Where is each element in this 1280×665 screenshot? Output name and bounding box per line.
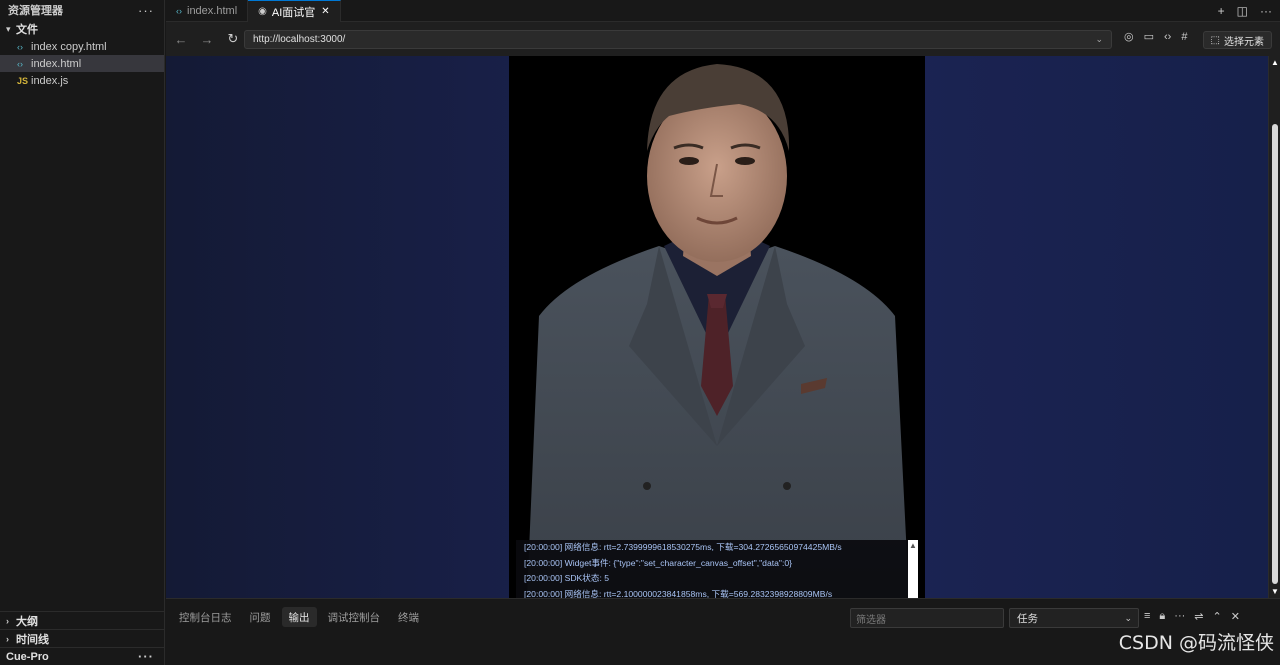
browser-actions: ◎ ▭ ‹› #: [1124, 30, 1187, 44]
split-editor-icon[interactable]: ◫: [1237, 4, 1248, 18]
url-input[interactable]: http://localhost:3000/ ⌄: [244, 30, 1112, 49]
explorer-title: 资源管理器: [8, 5, 63, 17]
section-files[interactable]: ▾ 文件: [0, 20, 164, 38]
browser-toolbar: ← → ↻ http://localhost:3000/ ⌄ ◎ ▭ ‹› # …: [166, 22, 1280, 56]
section-timeline-label: 时间线: [16, 633, 49, 646]
task-select[interactable]: 任务 ⌄: [1009, 608, 1139, 628]
html-file-icon: ‹›: [17, 41, 23, 52]
file-item-index-copy-html[interactable]: ‹› index copy.html: [0, 38, 164, 55]
html-file-icon: ‹›: [176, 6, 182, 16]
log-line: [20:00:00] 网络信息: rtt=2.7399999618530275m…: [524, 542, 842, 552]
tab-problems[interactable]: 问题: [243, 607, 278, 627]
file-name: index copy.html: [31, 40, 107, 53]
maximize-panel-icon[interactable]: ⌃: [1213, 610, 1222, 623]
sidebar-bottom-sections: › 大纲 › 时间线 Cue-Pro ···: [0, 611, 164, 665]
explorer-more-icon[interactable]: ···: [138, 4, 154, 17]
sdk-log-panel: [20:00:00] 网络信息: rtt=2.7399999618530275m…: [516, 540, 918, 598]
explorer-sidebar: 资源管理器 ··· ▾ 文件 ‹› index copy.html ‹› ind…: [0, 0, 165, 665]
cursor-select-icon: ⬚: [1210, 34, 1220, 46]
select-element-button[interactable]: ⬚ 选择元素: [1202, 31, 1272, 49]
preview-eye-icon: ◉: [258, 6, 267, 17]
file-name: index.html: [31, 57, 82, 70]
file-item-index-js[interactable]: JS index.js: [0, 72, 164, 89]
chevron-down-icon[interactable]: ⌄: [1095, 34, 1103, 45]
more-actions-icon[interactable]: ···: [1260, 4, 1272, 18]
clear-output-icon[interactable]: ≡: [1144, 610, 1150, 623]
page-viewport: [20:00:00] 网络信息: rtt=2.7399999618530275m…: [166, 56, 1268, 598]
url-text: http://localhost:3000/: [253, 34, 346, 45]
code-icon[interactable]: ‹›: [1164, 31, 1171, 43]
section-files-label: 文件: [16, 24, 38, 36]
html-file-icon: ‹›: [17, 58, 23, 69]
editor-tab-bar: ‹› index.html ◉ AI面试官 ✕ + ◫ ···: [166, 0, 1280, 22]
tab-index-html[interactable]: ‹› index.html: [166, 0, 249, 22]
section-outline-label: 大纲: [16, 615, 38, 628]
scroll-up-icon[interactable]: ▲: [1271, 58, 1279, 67]
tab-output[interactable]: 输出: [281, 607, 317, 627]
log-scrollbar[interactable]: ▲: [908, 540, 918, 598]
tab-ai-interviewer[interactable]: ◉ AI面试官 ✕: [248, 0, 341, 22]
file-name: index.js: [31, 74, 69, 87]
section-outline[interactable]: › 大纲: [0, 611, 164, 629]
log-line: [20:00:00] 网络信息: rtt=2.100000023841858ms…: [524, 588, 833, 599]
filter-input[interactable]: 筛选器: [850, 608, 1004, 628]
tab-console-log[interactable]: 控制台日志: [172, 607, 239, 627]
scrollbar-thumb[interactable]: [1272, 124, 1278, 584]
tab-terminal[interactable]: 终端: [391, 607, 426, 627]
panel-tabs: 控制台日志 问题 输出 调试控制台 终端: [172, 607, 426, 627]
tab-debug-console[interactable]: 调试控制台: [321, 607, 388, 627]
chevron-right-icon: ›: [6, 615, 9, 626]
scroll-up-icon[interactable]: ▲: [909, 541, 917, 550]
digital-human-avatar: [527, 64, 909, 598]
js-file-icon: JS: [17, 75, 29, 86]
reload-icon[interactable]: ↻: [222, 31, 244, 47]
cue-pro-more-icon[interactable]: ···: [138, 650, 154, 663]
tab-label: index.html: [187, 5, 238, 17]
chevron-down-icon: ▾: [6, 23, 11, 34]
select-element-label: 选择元素: [1224, 36, 1264, 48]
log-line: [20:00:00] Widget事件: {"type":"set_charac…: [524, 557, 792, 568]
panel-actions: ≡ 🔒︎ ··· ⇌ ⌃ ✕: [1144, 610, 1240, 623]
forward-arrow-icon[interactable]: →: [196, 32, 218, 47]
avatar-video: [509, 56, 925, 598]
tab-label: AI面试官: [271, 6, 316, 19]
section-cue-pro[interactable]: Cue-Pro ···: [0, 647, 164, 665]
bottom-panel: 控制台日志 问题 输出 调试控制台 终端 筛选器 任务 ⌄ ≡ 🔒︎ ··· ⇌…: [166, 598, 1280, 665]
back-arrow-icon[interactable]: ←: [170, 32, 192, 47]
more-actions-icon[interactable]: ···: [1174, 610, 1185, 623]
file-item-index-html[interactable]: ‹› index.html: [0, 55, 164, 72]
section-timeline[interactable]: › 时间线: [0, 629, 164, 647]
lock-icon[interactable]: 🔒︎: [1159, 610, 1165, 623]
close-icon[interactable]: ✕: [321, 6, 329, 17]
cue-pro-label: Cue-Pro: [6, 650, 49, 663]
device-icon[interactable]: ▭: [1144, 30, 1154, 43]
chevron-down-icon: ⌄: [1124, 612, 1132, 623]
settings-icon[interactable]: ⇌: [1194, 610, 1203, 623]
tab-actions: + ◫ ···: [1218, 0, 1272, 22]
page-scrollbar[interactable]: ▲ ▼: [1268, 56, 1280, 598]
close-panel-icon[interactable]: ✕: [1231, 610, 1240, 623]
hash-icon[interactable]: #: [1181, 31, 1187, 43]
task-select-value: 任务: [1017, 612, 1038, 625]
watermark: CSDN @码流怪侠: [1118, 632, 1274, 654]
explorer-header: 资源管理器 ···: [0, 0, 164, 20]
compass-icon[interactable]: ◎: [1124, 30, 1134, 43]
log-line: [20:00:00] SDK状态: 5: [524, 573, 610, 583]
scroll-down-icon[interactable]: ▼: [1271, 587, 1279, 596]
chevron-right-icon: ›: [6, 633, 9, 644]
new-tab-icon[interactable]: +: [1218, 4, 1225, 18]
